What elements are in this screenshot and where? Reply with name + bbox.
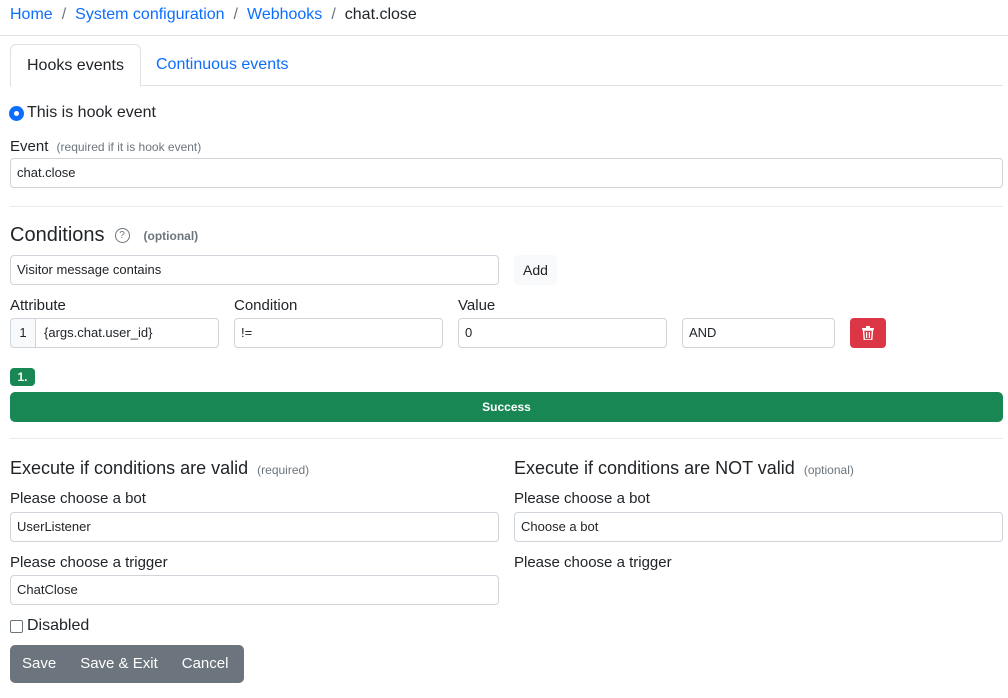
tab-continuous-events[interactable]: Continuous events <box>140 44 305 86</box>
cancel-button[interactable]: Cancel <box>170 645 241 683</box>
hook-event-radio[interactable] <box>10 106 23 120</box>
divider <box>10 206 1003 207</box>
invalid-bot-label: Please choose a bot <box>514 490 650 507</box>
invalid-trigger-label: Please choose a trigger <box>514 554 672 571</box>
delete-condition-button[interactable] <box>850 318 886 348</box>
condition-group-badge: 1. <box>10 368 35 386</box>
condition-header: Condition <box>234 297 298 314</box>
valid-trigger-label: Please choose a trigger <box>10 554 168 571</box>
breadcrumb-separator: / <box>61 6 67 23</box>
save-exit-button[interactable]: Save & Exit <box>68 645 170 683</box>
condition-operator-input[interactable]: != <box>234 318 443 348</box>
valid-section-title: Execute if conditions are valid <box>10 458 249 478</box>
condition-type-select[interactable]: Visitor message contains <box>10 255 499 285</box>
event-label: Event <box>10 138 49 155</box>
attribute-input-group: 1 {args.chat.user_id} <box>10 318 219 348</box>
condition-value-input[interactable]: 0 <box>458 318 667 348</box>
attribute-input[interactable]: {args.chat.user_id} <box>35 318 219 348</box>
trash-icon <box>862 326 874 340</box>
invalid-section-title: Execute if conditions are NOT valid <box>514 458 795 478</box>
valid-bot-label: Please choose a bot <box>10 490 146 507</box>
attribute-header: Attribute <box>10 297 66 314</box>
disabled-checkbox[interactable] <box>10 619 23 633</box>
logic-operator-select[interactable]: AND <box>682 318 835 348</box>
conditions-title: Conditions <box>10 224 105 246</box>
disabled-label: Disabled <box>27 617 90 634</box>
breadcrumb: Home / System configuration / Webhooks /… <box>10 6 417 24</box>
tab-bar: Hooks events Continuous events <box>10 44 1003 87</box>
disabled-option[interactable]: Disabled <box>10 617 89 635</box>
valid-section-hint: (required) <box>257 463 310 477</box>
valid-bot-select[interactable]: UserListener <box>10 512 499 542</box>
hook-event-radio-label: This is hook event <box>27 104 156 121</box>
divider <box>10 438 1003 439</box>
event-input[interactable]: chat.close <box>10 158 1003 188</box>
help-icon[interactable]: ? <box>114 228 130 243</box>
event-hint: (required if it is hook event) <box>56 140 202 154</box>
add-condition-button[interactable]: Add <box>514 255 557 285</box>
breadcrumb-current: chat.close <box>344 6 417 23</box>
save-button[interactable]: Save <box>10 645 68 683</box>
value-header: Value <box>458 297 496 314</box>
action-button-group: Save Save & Exit Cancel <box>10 645 244 683</box>
breadcrumb-home[interactable]: Home <box>10 6 53 24</box>
conditions-optional: (optional) <box>143 228 199 243</box>
hook-event-option[interactable]: This is hook event <box>10 104 156 122</box>
breadcrumb-separator: / <box>331 6 336 23</box>
tab-hooks-events[interactable]: Hooks events <box>10 44 141 87</box>
divider <box>0 35 1008 36</box>
invalid-section-heading: Execute if conditions are NOT valid (opt… <box>514 458 854 479</box>
event-label-row: Event (required if it is hook event) <box>10 138 201 155</box>
valid-trigger-select[interactable]: ChatClose <box>10 575 499 605</box>
valid-section-heading: Execute if conditions are valid (require… <box>10 458 309 479</box>
invalid-section-hint: (optional) <box>803 463 854 477</box>
conditions-heading: Conditions ? (optional) <box>10 224 198 247</box>
condition-index: 1 <box>10 318 35 348</box>
invalid-bot-select[interactable]: Choose a bot <box>514 512 1003 542</box>
breadcrumb-system-configuration[interactable]: System configuration <box>75 6 224 24</box>
breadcrumb-separator: / <box>233 6 238 23</box>
condition-status-bar: Success <box>10 392 1003 422</box>
breadcrumb-webhooks[interactable]: Webhooks <box>247 6 322 24</box>
